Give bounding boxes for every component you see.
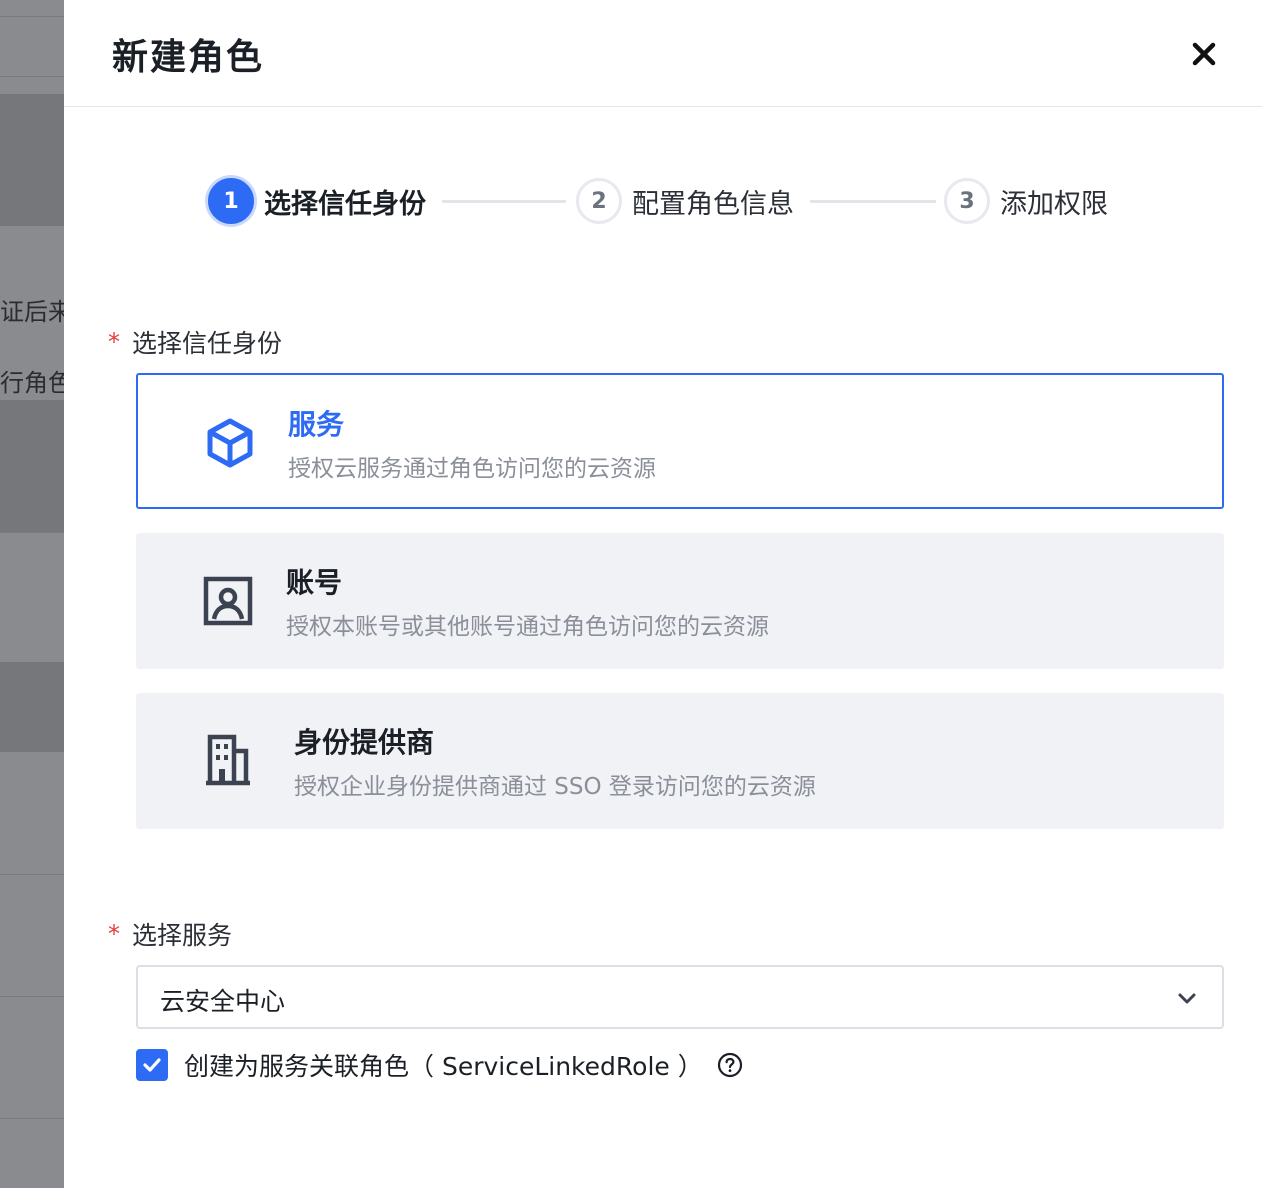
option-service-title: 服务: [288, 408, 345, 441]
option-identity-provider-title: 身份提供商: [294, 726, 435, 759]
question-circle-icon[interactable]: [717, 1052, 743, 1078]
bg-divider: [0, 996, 64, 997]
service-select-value: 云安全中心: [160, 987, 286, 1016]
background-page: 证后来 行角色: [0, 0, 64, 1188]
select-service-label: * 选择服务: [108, 916, 232, 952]
step-3-label: 添加权限: [1000, 188, 1108, 220]
step-2-number: 2: [576, 178, 622, 224]
required-mark: *: [108, 920, 120, 948]
trust-identity-label-text: 选择信任身份: [132, 329, 283, 358]
bg-row: [0, 94, 64, 226]
cube-icon: [200, 413, 260, 473]
linked-role-row: 创建为服务关联角色（ ServiceLinkedRole ）: [136, 1048, 743, 1082]
bg-text: 证后来: [0, 298, 64, 326]
option-identity-provider[interactable]: 身份提供商 授权企业身份提供商通过 SSO 登录访问您的云资源: [136, 693, 1224, 829]
create-role-drawer: 新建角色 1 选择信任身份 2 配置角色信息 3 添加权限 * 选择信任身份 服…: [64, 0, 1262, 1188]
step-1-number: 1: [208, 178, 254, 224]
step-connector: [442, 200, 566, 203]
service-select[interactable]: 云安全中心: [136, 965, 1224, 1029]
bg-divider: [0, 532, 64, 533]
required-mark: *: [108, 328, 120, 356]
option-account-desc: 授权本账号或其他账号通过角色访问您的云资源: [286, 614, 769, 640]
step-1-label: 选择信任身份: [264, 188, 426, 220]
linked-role-checkbox[interactable]: [136, 1049, 168, 1081]
option-identity-provider-desc: 授权企业身份提供商通过 SSO 登录访问您的云资源: [294, 774, 816, 800]
bg-divider: [0, 874, 64, 875]
option-account-title: 账号: [286, 566, 343, 599]
bg-row: [0, 400, 64, 532]
bg-divider: [0, 1118, 64, 1119]
drawer-header: 新建角色: [64, 0, 1262, 107]
account-icon: [198, 571, 258, 631]
check-icon: [143, 1058, 161, 1072]
chevron-down-icon: [1178, 993, 1196, 1004]
bg-divider: [0, 16, 64, 17]
drawer-title: 新建角色: [112, 37, 265, 78]
select-service-label-text: 选择服务: [132, 921, 233, 950]
step-2-label: 配置角色信息: [632, 188, 794, 220]
linked-role-label: 创建为服务关联角色（ ServiceLinkedRole ）: [184, 1052, 703, 1081]
step-connector: [810, 200, 936, 203]
step-3: 3 添加权限: [944, 177, 1108, 225]
close-icon: [1192, 42, 1216, 66]
option-account[interactable]: 账号 授权本账号或其他账号通过角色访问您的云资源: [136, 533, 1224, 669]
building-icon: [198, 731, 258, 791]
bg-text: 行角色: [0, 369, 64, 397]
trust-identity-label: * 选择信任身份: [108, 324, 282, 360]
option-service-desc: 授权云服务通过角色访问您的云资源: [288, 456, 656, 482]
step-3-number: 3: [944, 178, 990, 224]
option-service[interactable]: 服务 授权云服务通过角色访问您的云资源: [136, 373, 1224, 509]
close-button[interactable]: [1186, 36, 1222, 72]
bg-divider: [0, 76, 64, 77]
step-1: 1 选择信任身份: [208, 177, 426, 225]
bg-row: [0, 662, 64, 752]
step-2: 2 配置角色信息: [576, 177, 794, 225]
